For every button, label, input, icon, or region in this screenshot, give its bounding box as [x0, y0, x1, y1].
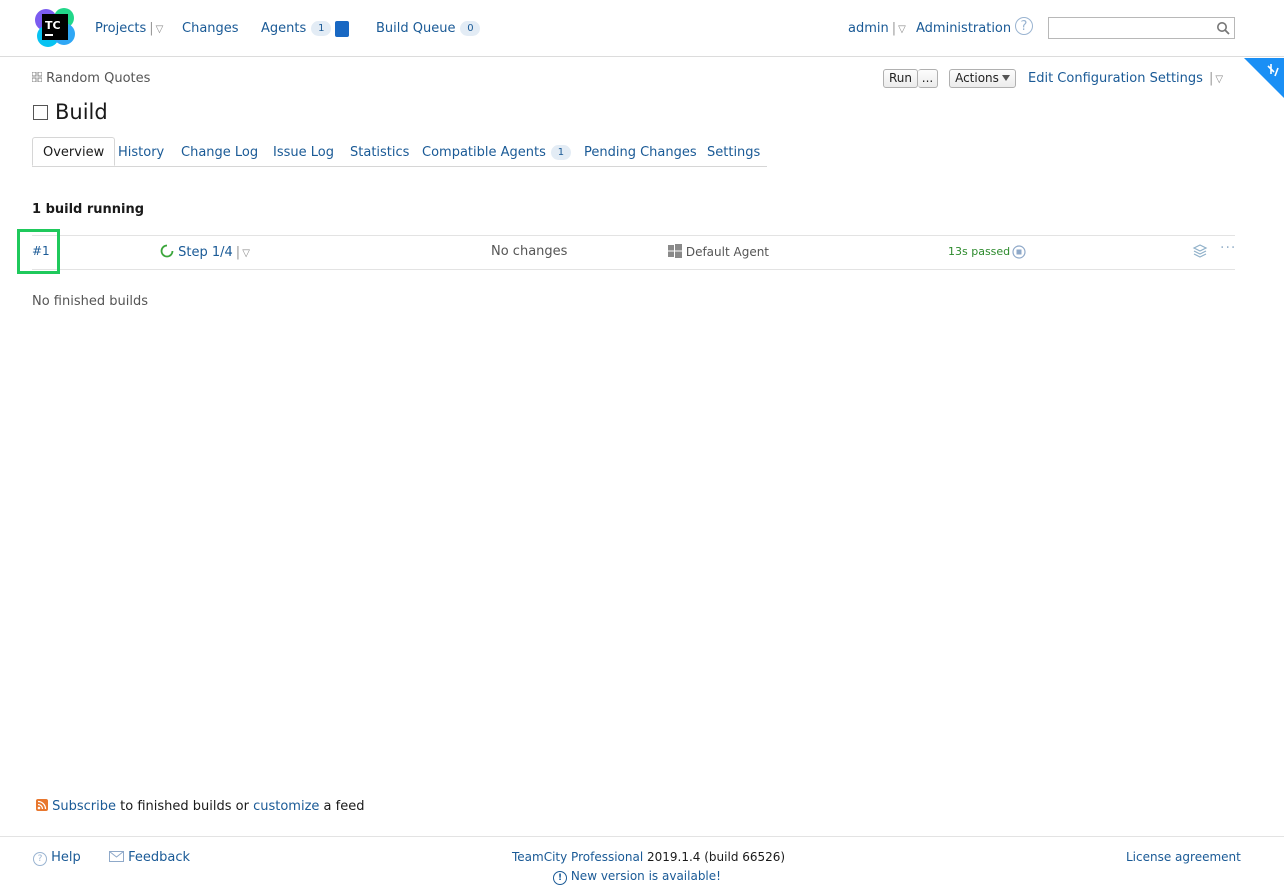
actions-label: Actions [955, 71, 999, 85]
tab-compatible-agents[interactable]: Compatible Agents 1 [422, 145, 571, 160]
subscribe-link[interactable]: Subscribe [52, 799, 116, 814]
run-custom-button[interactable]: ... [918, 69, 938, 88]
new-version-label: New version is available! [570, 869, 721, 883]
build-elapsed-time: 13s passed [948, 245, 1011, 258]
chevron-down-icon[interactable]: ▽ [1215, 74, 1223, 85]
build-agent-label: Default Agent [685, 245, 770, 259]
nav-administration[interactable]: Administration [916, 21, 1011, 36]
nav-projects[interactable]: Projects | ▽ [95, 21, 163, 36]
footer-help-link[interactable]: ? Help [33, 850, 81, 866]
feedback-label: Feedback [128, 850, 191, 865]
agents-count-badge: 1 [311, 21, 332, 36]
build-config-checkbox-icon [33, 105, 48, 120]
build-changes[interactable]: No changes [491, 244, 567, 259]
footer-version: TeamCity Professional 2019.1.4 (build 66… [512, 850, 785, 864]
tab-overview[interactable]: Overview [32, 137, 116, 166]
stop-build-icon[interactable] [1012, 245, 1026, 259]
help-icon[interactable]: ? [1015, 17, 1033, 35]
search-icon[interactable] [1216, 21, 1230, 35]
tab-compatible-agents-label: Compatible Agents [422, 145, 546, 160]
caret-down-icon [1001, 75, 1010, 81]
user-menu[interactable]: admin | ▽ [848, 21, 906, 36]
tab-statistics[interactable]: Statistics [350, 145, 409, 160]
project-grid-icon [31, 71, 43, 83]
actions-button[interactable]: Actions [949, 69, 1016, 88]
product-link[interactable]: TeamCity Professional [512, 850, 643, 864]
tab-history[interactable]: History [118, 145, 164, 160]
version-text: 2019.1.4 (build 66526) [647, 850, 786, 864]
chevron-down-icon[interactable]: ▽ [242, 248, 250, 259]
run-button[interactable]: Run [883, 69, 918, 88]
logo-text: TC [45, 19, 61, 32]
nav-build-queue[interactable]: Build Queue 0 [376, 21, 481, 36]
user-name: admin [848, 21, 889, 36]
breadcrumb-project[interactable]: Random Quotes [46, 71, 150, 86]
top-navigation-bar: TC Projects | ▽ Changes Agents 1 Build Queu… [0, 0, 1284, 57]
new-version-link[interactable]: ! New version is available! [553, 869, 721, 885]
tab-change-log[interactable]: Change Log [181, 145, 258, 160]
chevron-down-icon[interactable]: ▽ [898, 24, 906, 35]
envelope-icon [109, 851, 124, 862]
page-title: Build [55, 100, 108, 124]
nav-changes[interactable]: Changes [182, 21, 239, 36]
separator: | [1208, 71, 1214, 86]
breadcrumb[interactable]: Random Quotes [31, 71, 150, 86]
divider [32, 269, 1235, 270]
highlight-box [17, 229, 60, 274]
running-spinner-icon [160, 244, 174, 258]
nav-projects-label: Projects [95, 21, 147, 36]
chevron-down-icon[interactable]: ▽ [156, 24, 164, 35]
help-label: Help [51, 850, 81, 865]
agent-status-icon[interactable] [335, 21, 349, 37]
footer-feedback-link[interactable]: Feedback [109, 850, 190, 865]
tab-issue-log[interactable]: Issue Log [273, 145, 334, 160]
customize-link[interactable]: customize [253, 799, 319, 814]
separator: | [891, 21, 897, 36]
feed-middle-text: to finished builds or [120, 799, 249, 814]
feed-end-text: a feed [323, 799, 365, 814]
footer-divider [0, 836, 1284, 837]
build-step-label: Step 1/4 [178, 245, 233, 260]
more-options-icon[interactable]: ··· [1220, 240, 1236, 256]
license-agreement-link[interactable]: License agreement [1126, 850, 1241, 864]
edit-configuration-label: Edit Configuration Settings [1028, 71, 1203, 86]
what-is-new-corner-icon[interactable] [1244, 58, 1284, 98]
nav-agents[interactable]: Agents 1 [261, 21, 332, 36]
compatible-agents-count-badge: 1 [550, 145, 571, 160]
no-finished-builds-text: No finished builds [32, 294, 148, 309]
info-icon: ! [553, 871, 567, 885]
nav-build-queue-label: Build Queue [376, 21, 456, 36]
windows-icon [668, 244, 682, 258]
nav-agents-label: Agents [261, 21, 307, 36]
feed-subscribe-line: Subscribe to finished builds or customiz… [36, 799, 364, 814]
build-step-status[interactable]: Step 1/4 | ▽ [160, 244, 250, 260]
table-row: #1 Step 1/4 | ▽ No changes Default Agent 1… [32, 236, 1235, 269]
tab-bar: Overview History Change Log Issue Log St… [32, 137, 767, 167]
build-agent[interactable]: Default Agent [668, 244, 769, 259]
tab-settings[interactable]: Settings [707, 145, 760, 160]
help-icon: ? [33, 852, 47, 866]
separator: | [149, 21, 154, 36]
rss-icon [36, 799, 48, 811]
layers-icon[interactable] [1192, 243, 1208, 259]
separator: | [235, 245, 241, 260]
build-queue-count-badge: 0 [460, 21, 481, 36]
tab-pending-changes[interactable]: Pending Changes [584, 145, 697, 160]
running-builds-heading: 1 build running [32, 202, 145, 217]
search-input[interactable] [1048, 17, 1235, 39]
teamcity-logo-icon[interactable]: TC [34, 6, 76, 48]
edit-configuration-link[interactable]: Edit Configuration Settings | ▽ [1028, 71, 1223, 86]
